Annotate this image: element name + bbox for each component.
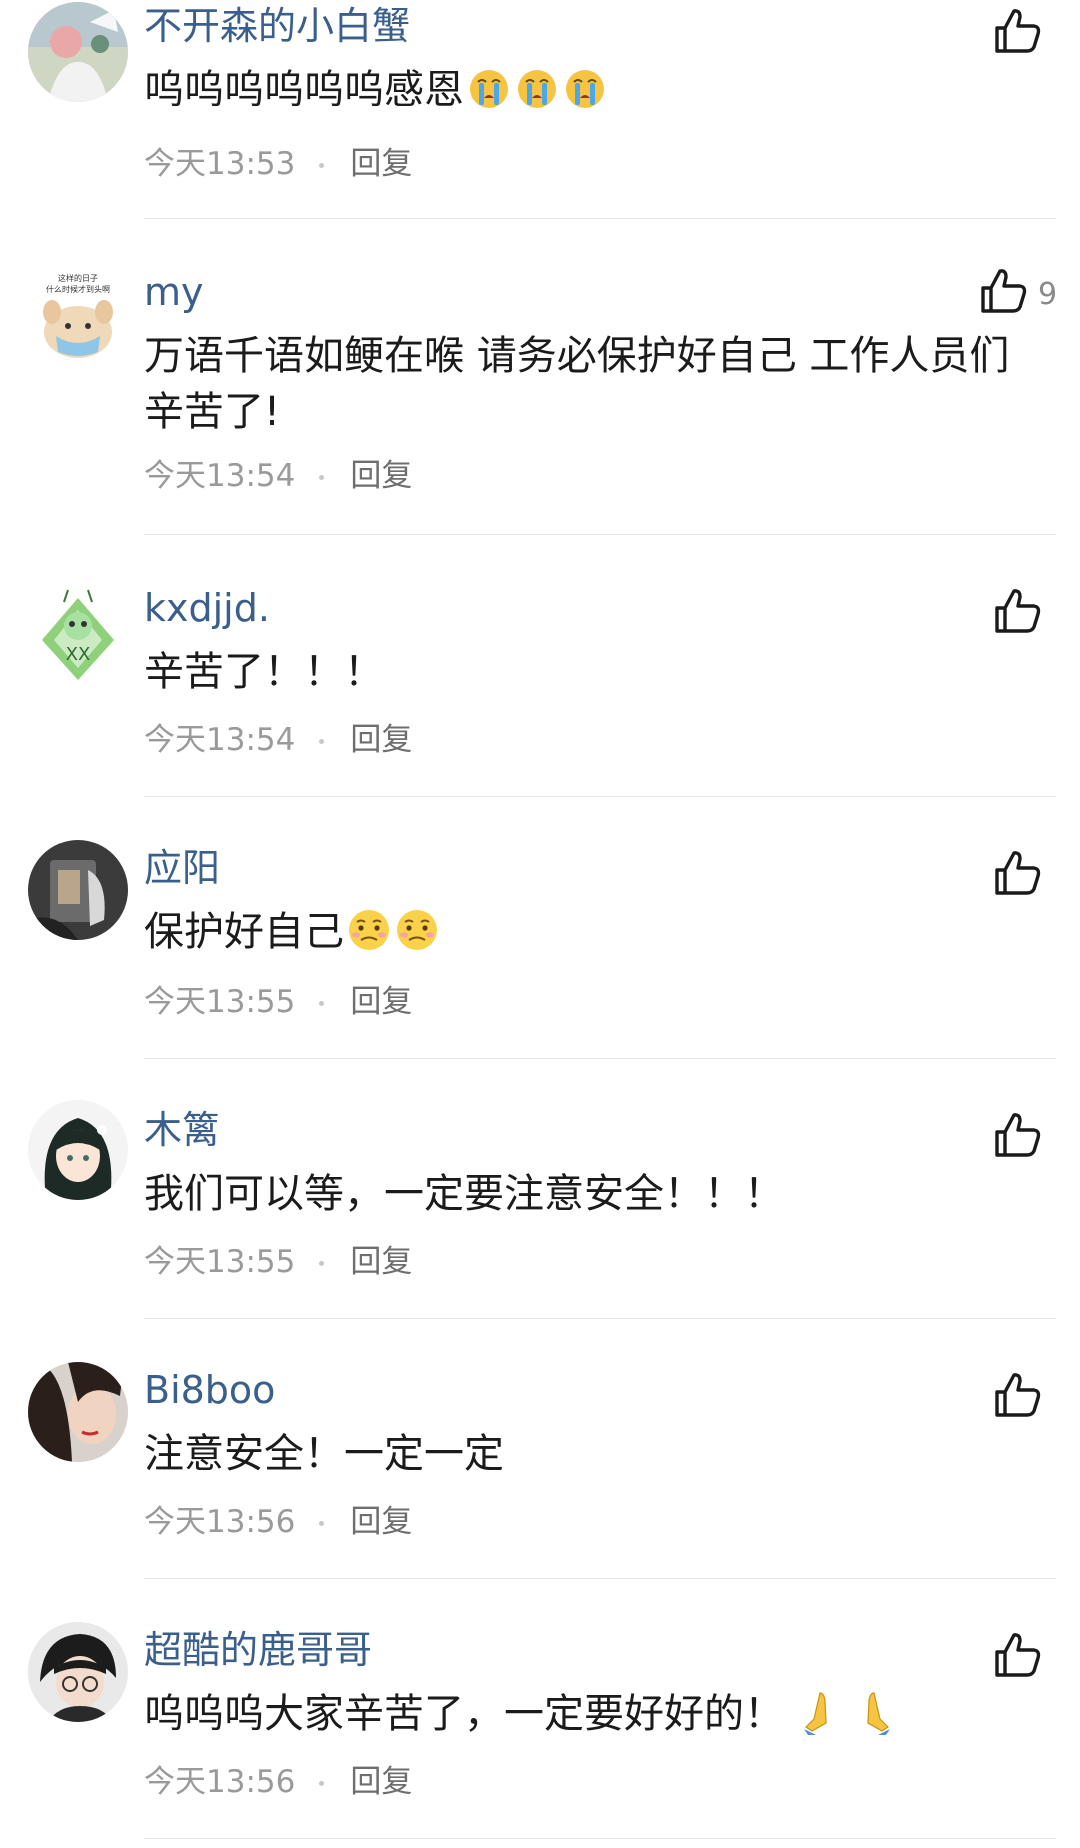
separator-dot — [319, 1781, 325, 1786]
like-button[interactable] — [990, 4, 1044, 58]
crying-face-icon — [466, 65, 512, 111]
timestamp: 今天13:54 — [144, 722, 296, 758]
like-button[interactable] — [990, 1628, 1044, 1682]
reply-button[interactable]: 回复 — [350, 1244, 412, 1280]
avatar[interactable] — [28, 1362, 128, 1462]
avatar-caption-line: 什么时候才到头啊 — [46, 284, 110, 294]
reply-button[interactable]: 回复 — [350, 146, 412, 182]
timestamp: 今天13:53 — [144, 146, 296, 182]
comment-meta: 今天13:56 回复 — [144, 1764, 412, 1800]
thumbs-up-icon — [981, 269, 1027, 313]
thumbs-up-icon — [995, 9, 1041, 53]
timestamp: 今天13:54 — [144, 458, 296, 494]
reply-button[interactable]: 回复 — [350, 458, 412, 494]
svg-text:XX: XX — [66, 644, 91, 665]
like-button[interactable] — [990, 1368, 1044, 1422]
timestamp: 今天13:56 — [144, 1764, 296, 1800]
crying-face-icon — [514, 65, 560, 111]
like-button[interactable] — [990, 846, 1044, 900]
thumbs-up-icon — [995, 589, 1041, 633]
divider — [144, 218, 1056, 219]
divider — [144, 1578, 1056, 1579]
comment-meta: 今天13:56 回复 — [144, 1504, 412, 1540]
divider — [144, 534, 1056, 535]
thumbs-up-icon — [995, 1113, 1041, 1157]
reply-button[interactable]: 回复 — [350, 1504, 412, 1540]
avatar[interactable] — [28, 1622, 128, 1722]
username[interactable]: 超酷的鹿哥哥 — [144, 1628, 372, 1672]
like-button[interactable] — [976, 264, 1030, 318]
thumbs-up-icon — [995, 1373, 1041, 1417]
separator-dot — [319, 1001, 325, 1006]
username[interactable]: Bi8boo — [144, 1368, 275, 1412]
timestamp: 今天13:55 — [144, 1244, 296, 1280]
username[interactable]: 应阳 — [144, 846, 220, 890]
avatar-caption-line: 这样的日子 — [58, 273, 98, 283]
comment-meta: 今天13:55 回复 — [144, 984, 412, 1020]
comment-text: 注意安全！一定一定 — [144, 1431, 504, 1477]
username[interactable]: my — [144, 270, 204, 314]
folded-hands-icon — [844, 1689, 890, 1735]
crying-face-icon — [562, 65, 608, 111]
comment-text: 保护好自己 — [144, 904, 1034, 960]
like-button[interactable] — [990, 1108, 1044, 1162]
separator-dot — [319, 739, 325, 744]
username[interactable]: 木篱 — [144, 1108, 220, 1152]
divider — [144, 1058, 1056, 1059]
comment-text: 万语千语如鲠在喉 请务必保护好自己 工作人员们辛苦了! — [144, 333, 1010, 435]
username[interactable]: kxdjjd. — [144, 586, 270, 630]
thumbs-up-icon — [995, 1633, 1041, 1677]
avatar[interactable] — [28, 1100, 128, 1200]
comment-meta: 今天13:54 回复 — [144, 458, 412, 494]
separator-dot — [319, 1521, 325, 1526]
reply-button[interactable]: 回复 — [350, 984, 412, 1020]
thumbs-up-icon — [995, 851, 1041, 895]
like-button[interactable] — [990, 584, 1044, 638]
comment-text: 我们可以等，一定要注意安全！！！ — [144, 1171, 784, 1217]
avatar[interactable] — [28, 2, 128, 102]
like-count: 9 — [1038, 277, 1058, 312]
separator-dot — [319, 475, 325, 480]
separator-dot — [319, 163, 325, 168]
timestamp: 今天13:55 — [144, 984, 296, 1020]
avatar[interactable]: 这样的日子 什么时候才到头啊 — [28, 270, 128, 370]
reply-button[interactable]: 回复 — [350, 1764, 412, 1800]
divider — [144, 1318, 1056, 1319]
comment-meta: 今天13:53 回复 — [144, 146, 412, 182]
comment-text: 呜呜呜呜呜呜感恩 — [144, 62, 1034, 118]
avatar[interactable]: XX — [28, 580, 128, 680]
username[interactable]: 不开森的小白蟹 — [144, 4, 410, 48]
comment-text: 辛苦了！！！ — [144, 649, 384, 695]
separator-dot — [319, 1261, 325, 1266]
divider — [144, 796, 1056, 797]
worried-face-icon — [394, 907, 440, 953]
divider — [144, 1838, 1056, 1839]
avatar[interactable] — [28, 840, 128, 940]
comment-text: 呜呜呜大家辛苦了，一定要好好的！ — [144, 1686, 1034, 1742]
comment-meta: 今天13:54 回复 — [144, 722, 412, 758]
reply-button[interactable]: 回复 — [350, 722, 412, 758]
timestamp: 今天13:56 — [144, 1504, 296, 1540]
comment-meta: 今天13:55 回复 — [144, 1244, 412, 1280]
worried-face-icon — [346, 907, 392, 953]
